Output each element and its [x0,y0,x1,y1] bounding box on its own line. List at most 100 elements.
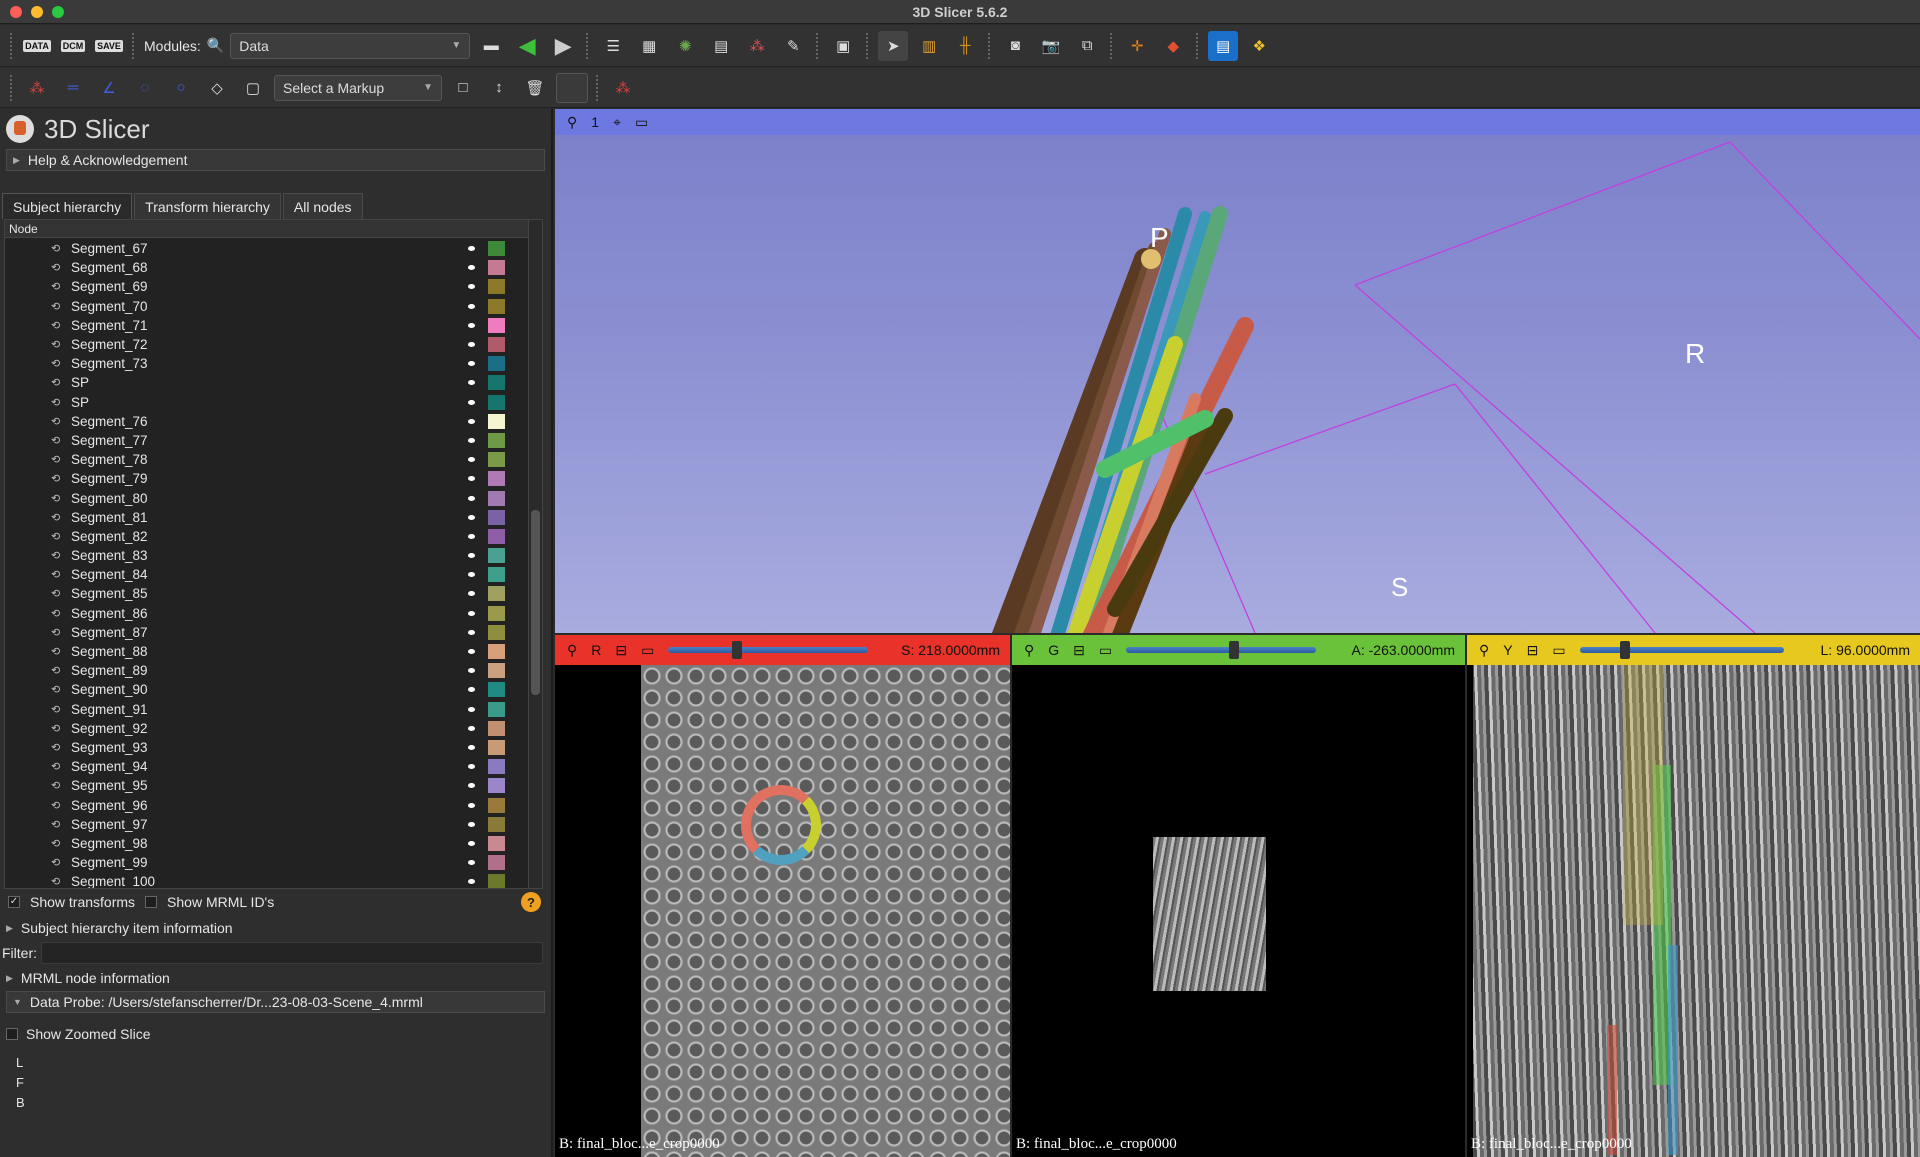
color-swatch[interactable] [488,855,505,871]
visibility-eye-icon[interactable] [468,553,475,559]
point-list-icon[interactable]: ⁂ [22,73,52,103]
slice-offset-slider[interactable] [1579,641,1784,659]
dicom-button[interactable]: DCM [58,31,88,61]
visibility-eye-icon[interactable] [468,572,475,578]
tree-row[interactable]: ⟲ Segment_95 [5,776,527,795]
tree-row[interactable]: ⟲ Segment_71 [5,316,527,335]
screenshot-icon[interactable]: ◙ [1000,31,1030,61]
visibility-eye-icon[interactable] [468,284,475,290]
tree-row[interactable]: ⟲ Segment_86 [5,604,527,623]
link-icon[interactable]: ⊟ [615,642,627,659]
tree-row[interactable]: ⟲ Segment_88 [5,642,527,661]
visibility-eye-icon[interactable] [468,265,475,271]
visibility-eye-icon[interactable] [468,418,475,424]
visibility-eye-icon[interactable] [468,399,475,405]
color-swatch[interactable] [488,241,505,257]
place-mode-icon[interactable]: □ [448,73,478,103]
tab-transform-hierarchy[interactable]: Transform hierarchy [134,193,281,219]
save-button[interactable]: SAVE [94,31,124,61]
tree-row[interactable]: ⟲ Segment_100 [5,872,527,888]
tree-row[interactable]: ⟲ Segment_81 [5,508,527,527]
help-section-toggle[interactable]: ▶ Help & Acknowledgement [6,149,545,171]
visibility-eye-icon[interactable] [468,533,475,539]
color-swatch[interactable] [488,260,505,276]
pointer-icon[interactable]: ➤ [878,30,909,61]
pin-icon[interactable]: ⚲ [567,642,577,659]
tab-all-nodes[interactable]: All nodes [282,193,363,219]
color-swatch[interactable] [488,759,505,775]
visibility-eye-icon[interactable] [468,783,475,789]
slice-view-red[interactable]: ⚲ R ⊟ ▭ S: 218.0000mm B: final_bloc...e_… [555,635,1010,1157]
tab-subject-hierarchy[interactable]: Subject hierarchy [2,193,133,219]
slice-offset-slider[interactable] [1126,641,1317,659]
visibility-eye-icon[interactable] [468,437,475,443]
visibility-eye-icon[interactable] [468,303,475,309]
visibility-eye-icon[interactable] [468,591,475,597]
crosshair-layout-icon[interactable]: ╫ [950,31,980,61]
tree-row[interactable]: ⟲ Segment_85 [5,584,527,603]
tree-row[interactable]: ⟲ Segment_83 [5,546,527,565]
link-icon[interactable]: ⊟ [1527,642,1539,659]
visibility-eye-icon[interactable] [468,860,475,866]
pin-icon[interactable]: ⚲ [1024,642,1034,659]
slice-offset-slider[interactable] [668,641,869,659]
visibility-eye-icon[interactable] [468,649,475,655]
maximize-view-icon[interactable]: ▭ [1552,642,1565,659]
tree-row[interactable]: ⟲ Segment_99 [5,853,527,872]
visibility-eye-icon[interactable] [468,821,475,827]
slider-knob[interactable] [1620,641,1631,659]
toolbar-grip[interactable] [988,32,992,59]
3d-view[interactable]: ⚲ 1 ⌖ ▭ P R S [555,109,1920,633]
toolbar-grip[interactable] [866,32,870,59]
visibility-eye-icon[interactable] [468,725,475,731]
brush-icon[interactable]: ✎ [778,31,808,61]
visibility-eye-icon[interactable] [468,687,475,693]
tree-row[interactable]: ⟲ Segment_98 [5,834,527,853]
toolbar-grip[interactable] [586,32,590,59]
visibility-eye-icon[interactable] [468,629,475,635]
color-swatch[interactable] [488,835,505,851]
tree-row[interactable]: ⟲ Segment_91 [5,700,527,719]
visibility-eye-icon[interactable] [468,744,475,750]
persistent-icon[interactable]: ↕ [484,73,514,103]
link-icon[interactable]: ⊟ [1073,642,1085,659]
back-arrow-icon[interactable]: ◀ [512,31,542,61]
markup-selector[interactable]: Select a Markup ▼ [274,74,442,101]
visibility-eye-icon[interactable] [468,514,475,520]
toolbar-grip[interactable] [596,74,600,101]
color-swatch[interactable] [488,394,505,410]
toolbar-grip[interactable] [10,32,14,59]
visibility-eye-icon[interactable] [468,361,475,367]
tree-row[interactable]: ⟲ Segment_92 [5,719,527,738]
color-swatch[interactable] [488,298,505,314]
color-swatch[interactable] [488,644,505,660]
color-swatch[interactable] [488,432,505,448]
color-swatch[interactable] [488,548,505,564]
extension-manager-icon[interactable]: ▣ [828,31,858,61]
tree-row[interactable]: ⟲ Segment_77 [5,431,527,450]
color-swatch[interactable] [488,720,505,736]
python-icon[interactable]: ❖ [1244,31,1274,61]
color-swatch[interactable] [488,624,505,640]
visibility-eye-icon[interactable] [468,342,475,348]
slider-knob[interactable] [1228,641,1239,659]
color-swatch[interactable] [488,471,505,487]
layers-icon[interactable]: ▤ [706,31,736,61]
module-history-icon[interactable]: ▬ [476,31,506,61]
curve-icon[interactable]: ◌ [130,73,160,103]
tree-row[interactable]: ⟲ Segment_87 [5,623,527,642]
tree-row[interactable]: ⟲ Segment_94 [5,757,527,776]
tree-scrollbar[interactable] [528,220,542,888]
tree-row[interactable]: ⟲ Segment_78 [5,450,527,469]
visibility-eye-icon[interactable] [468,322,475,328]
maximize-view-icon[interactable]: ▭ [641,642,654,659]
fiducial-icon[interactable]: ◆ [1158,31,1188,61]
visibility-eye-icon[interactable] [468,246,475,252]
show-mrml-ids-checkbox[interactable] [145,896,158,908]
tree-row[interactable]: ⟲ Segment_80 [5,488,527,507]
color-swatch[interactable] [488,797,505,813]
fiducial-place-icon[interactable]: ⁂ [608,73,638,103]
tree-row[interactable]: ⟲ Segment_68 [5,258,527,277]
zoom-window-button[interactable] [52,6,64,18]
3d-render[interactable]: P R S [555,109,1920,633]
